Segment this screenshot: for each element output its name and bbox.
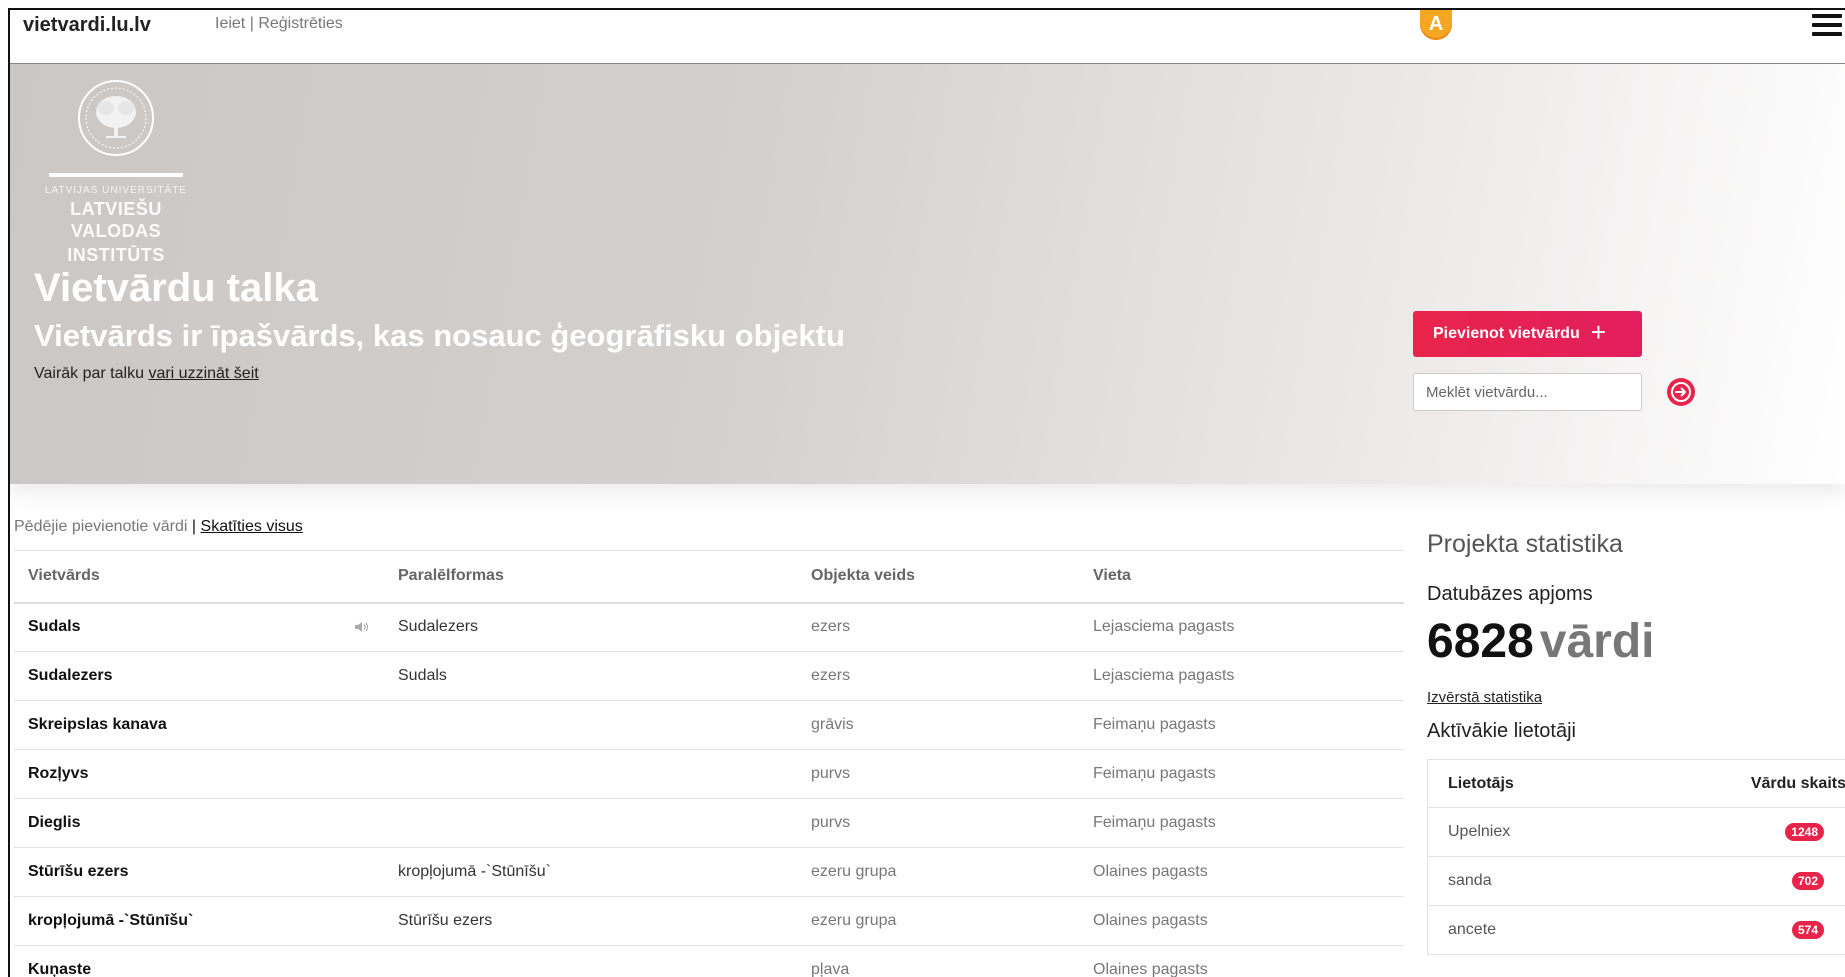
table-row[interactable]: Rozļyvs purvs Feimaņu pagasts xyxy=(14,749,1404,799)
logo-institute-line1: LATVIEŠU VALODAS xyxy=(70,199,162,241)
placename-cell[interactable]: Sudals xyxy=(28,618,80,635)
user-row: sanda 702 xyxy=(1427,856,1845,906)
audio-speaker-icon[interactable] xyxy=(354,620,370,634)
parallel-cell xyxy=(384,798,797,848)
user-count-badge: 574 xyxy=(1791,921,1824,939)
user-row: Upelniex 1248 xyxy=(1427,807,1845,857)
table-row[interactable]: kropļojumā -`Stūnīšu` Stūrīšu ezers ezer… xyxy=(14,896,1404,946)
parallel-cell xyxy=(384,945,797,977)
user-column-header: Lietotājs xyxy=(1427,759,1607,808)
word-count-unit: vārdi xyxy=(1539,615,1655,668)
parallel-cell: Sudals xyxy=(384,651,797,701)
type-cell: pļava xyxy=(797,945,1079,977)
placename-cell[interactable]: Dieglis xyxy=(14,798,384,848)
type-cell: ezeru grupa xyxy=(797,847,1079,897)
recent-heading-separator: | xyxy=(191,518,197,535)
active-users-table: Lietotājs Vārdu skaits Upelniex 1248 san… xyxy=(1427,759,1845,955)
page-title: Vietvārdu talka xyxy=(34,266,318,310)
type-cell: purvs xyxy=(797,798,1079,848)
plus-icon: + xyxy=(1590,317,1606,347)
place-cell: Olaines pagasts xyxy=(1079,847,1404,897)
page-subtitle: Vietvārds ir īpašvārds, kas nosauc ģeogr… xyxy=(34,318,845,353)
top-nav: vietvardi.lu.lv Ieiet | Reģistrēties A xyxy=(10,10,1845,64)
users-header-row: Lietotājs Vārdu skaits xyxy=(1427,759,1845,808)
column-header-parallel: Paralēlformas xyxy=(384,550,797,604)
place-cell: Olaines pagasts xyxy=(1079,945,1404,977)
column-header-place: Vieta xyxy=(1079,550,1404,604)
place-cell: Feimaņu pagasts xyxy=(1079,798,1404,848)
project-stats-panel: Projekta statistika Datubāzes apjoms 682… xyxy=(1427,530,1845,955)
placename-cell[interactable]: kropļojumā -`Stūnīšu` xyxy=(14,896,384,946)
place-cell: Lejasciema pagasts xyxy=(1079,602,1404,652)
logo-university-text: LATVIJAS UNIVERSITĀTE xyxy=(45,185,187,196)
table-row[interactable]: Dieglis purvs Feimaņu pagasts xyxy=(14,798,1404,848)
word-count: 6828 vārdi xyxy=(1427,614,1845,669)
site-brand[interactable]: vietvardi.lu.lv xyxy=(23,14,151,37)
register-link[interactable]: Reģistrēties xyxy=(258,15,342,32)
table-header-row: Vietvārds Paralēlformas Objekta veids Vi… xyxy=(14,550,1404,604)
user-name[interactable]: ancete xyxy=(1427,905,1607,955)
word-count-value: 6828 xyxy=(1427,615,1534,668)
parallel-cell xyxy=(384,700,797,750)
more-info-label: Vairāk par talku xyxy=(34,365,144,382)
type-cell: ezeru grupa xyxy=(797,896,1079,946)
active-users-title: Aktīvākie lietotāji xyxy=(1427,720,1576,742)
type-cell: purvs xyxy=(797,749,1079,799)
more-info-link[interactable]: vari uzzināt šeit xyxy=(148,365,258,382)
more-info-text: Vairāk par talku vari uzzināt šeit xyxy=(34,365,259,383)
recent-heading: Pēdējie pievienotie vārdi | Skatīties vi… xyxy=(14,518,303,536)
parallel-cell: Sudalezers xyxy=(384,602,797,652)
table-row[interactable]: Kuņaste pļava Olaines pagasts xyxy=(14,945,1404,977)
table-row[interactable]: Sudals Sudalezers ezers Lejasciema pagas… xyxy=(14,602,1404,652)
user-name[interactable]: sanda xyxy=(1427,856,1607,906)
table-row[interactable]: Stūrīšu ezers kropļojumā -`Stūnīšu` ezer… xyxy=(14,847,1404,897)
placename-cell[interactable]: Stūrīšu ezers xyxy=(14,847,384,897)
browser-viewport: vietvardi.lu.lv Ieiet | Reģistrēties A L… xyxy=(8,8,1845,977)
type-cell: ezers xyxy=(797,651,1079,701)
count-column-header: Vārdu skaits xyxy=(1606,759,1845,808)
user-name[interactable]: Upelniex xyxy=(1427,807,1607,857)
placename-cell[interactable]: Sudalezers xyxy=(14,651,384,701)
user-row: ancete 574 xyxy=(1427,905,1845,955)
table-row[interactable]: Sudalezers Sudals ezers Lejasciema pagas… xyxy=(14,651,1404,701)
user-count-badge: 1248 xyxy=(1785,823,1824,841)
hero-banner: LATVIJAS UNIVERSITĀTE LATVIEŠU VALODAS I… xyxy=(10,64,1845,484)
stats-title: Projekta statistika xyxy=(1427,530,1623,558)
recent-heading-label: Pēdējie pievienotie vārdi xyxy=(14,518,188,535)
place-cell: Feimaņu pagasts xyxy=(1079,700,1404,750)
user-avatar[interactable]: A xyxy=(1420,10,1452,40)
logo-divider xyxy=(49,173,183,177)
auth-links: Ieiet | Reģistrēties xyxy=(215,15,343,33)
type-cell: ezers xyxy=(797,602,1079,652)
parallel-cell: kropļojumā -`Stūnīšu` xyxy=(384,847,797,897)
parallel-cell: Stūrīšu ezers xyxy=(384,896,797,946)
user-count-badge: 702 xyxy=(1791,872,1824,890)
type-cell: grāvis xyxy=(797,700,1079,750)
table-row[interactable]: Skreipslas kanava grāvis Feimaņu pagasts xyxy=(14,700,1404,750)
parallel-cell xyxy=(384,749,797,799)
login-link[interactable]: Ieiet xyxy=(215,15,245,32)
search-input[interactable] xyxy=(1413,373,1642,411)
place-cell: Feimaņu pagasts xyxy=(1079,749,1404,799)
column-header-type: Objekta veids xyxy=(797,550,1079,604)
place-cell: Olaines pagasts xyxy=(1079,896,1404,946)
auth-separator: | xyxy=(249,15,254,32)
placename-cell[interactable]: Rozļyvs xyxy=(14,749,384,799)
detailed-stats-link[interactable]: Izvērstā statistika xyxy=(1427,689,1845,706)
column-header-placename: Vietvārds xyxy=(14,550,384,604)
db-size-title: Datubāzes apjoms xyxy=(1427,583,1593,605)
hamburger-menu-icon[interactable] xyxy=(1812,14,1842,40)
search-submit-arrow-icon[interactable] xyxy=(1667,378,1695,406)
place-cell: Lejasciema pagasts xyxy=(1079,651,1404,701)
recent-placenames-table: Vietvārds Paralēlformas Objekta veids Vi… xyxy=(14,550,1404,977)
placename-cell[interactable]: Kuņaste xyxy=(14,945,384,977)
add-placename-label: Pievienot vietvārdu xyxy=(1433,325,1580,342)
logo-institute-line2: INSTITŪTS xyxy=(67,245,165,265)
university-seal-icon xyxy=(78,80,154,156)
placename-cell[interactable]: Skreipslas kanava xyxy=(14,700,384,750)
add-placename-button[interactable]: Pievienot vietvārdu + xyxy=(1413,311,1642,357)
institute-logo: LATVIJAS UNIVERSITĀTE LATVIEŠU VALODAS I… xyxy=(34,78,198,266)
view-all-link[interactable]: Skatīties visus xyxy=(201,518,303,535)
